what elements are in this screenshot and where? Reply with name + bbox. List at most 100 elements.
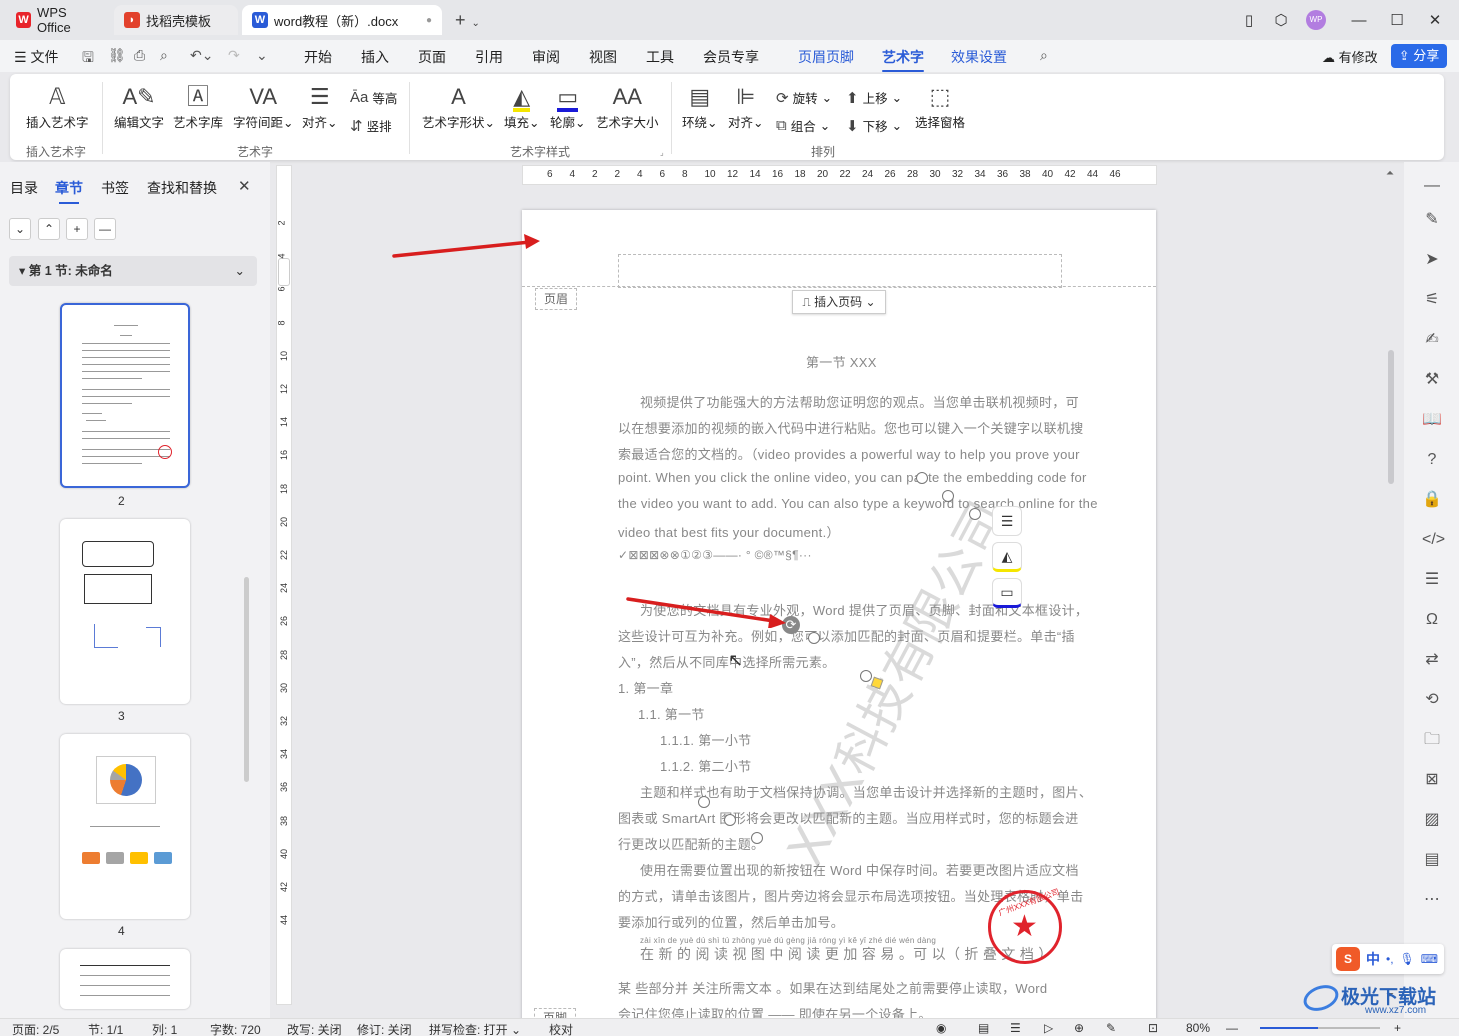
- collapse-up-button[interactable]: ⌃: [38, 218, 60, 240]
- menu-reference[interactable]: 引用: [475, 47, 503, 67]
- doc-user-icon[interactable]: ▤: [1422, 850, 1442, 870]
- ime-toolbar[interactable]: S 中 •, 🎙 ⌨: [1332, 944, 1444, 974]
- vertical-ruler[interactable]: 2 4 6 8 10 12 14 16 18 20 22 24 26 28 30 32 34 36 38 40 42 44: [276, 165, 292, 1005]
- close-icon[interactable]: ✕: [1422, 8, 1448, 32]
- equal-height-button[interactable]: Āa 等高: [350, 88, 397, 107]
- search-icon[interactable]: ⌕: [1040, 47, 1048, 64]
- zoom-in-icon[interactable]: +: [1394, 1021, 1401, 1035]
- pointer-icon[interactable]: ➤: [1422, 250, 1442, 270]
- resize-handle[interactable]: [751, 832, 763, 844]
- tab-docer[interactable]: ◗ 找稻壳模板: [114, 5, 238, 35]
- pen-mode-icon[interactable]: ✎: [1106, 1021, 1116, 1035]
- history-icon[interactable]: ⟲: [1422, 690, 1442, 710]
- align-button[interactable]: ☰ 对齐⌄: [302, 82, 338, 131]
- adjust-icon[interactable]: ⚟: [1422, 290, 1442, 310]
- menu-view[interactable]: 视图: [589, 47, 617, 67]
- menu-insert[interactable]: 插入: [361, 47, 389, 67]
- play-icon[interactable]: ▷: [1044, 1021, 1053, 1035]
- outline-view-icon[interactable]: ☰: [1010, 1021, 1021, 1035]
- edit-text-button[interactable]: A✎ 编辑文字: [114, 82, 164, 131]
- tab-wps-office[interactable]: W WPS Office: [6, 5, 110, 35]
- book-icon[interactable]: 📖: [1422, 410, 1442, 430]
- tab-sections[interactable]: 章节: [55, 178, 83, 204]
- resize-handle[interactable]: [860, 670, 872, 682]
- menu-member[interactable]: 会员专享: [703, 47, 759, 67]
- menu-tools[interactable]: 工具: [646, 47, 674, 67]
- outline-button[interactable]: ▭ 轮廓⌄: [550, 82, 586, 131]
- align2-button[interactable]: ⊫ 对齐⌄: [728, 82, 764, 131]
- send-backward-button[interactable]: ⬇ 下移 ⌄: [846, 116, 902, 135]
- omega-icon[interactable]: Ω: [1422, 610, 1442, 630]
- expand-down-button[interactable]: ⌄: [9, 218, 31, 240]
- image-box-icon[interactable]: ⊠: [1422, 770, 1442, 790]
- maximize-icon[interactable]: ☐: [1384, 8, 1410, 32]
- resize-handle[interactable]: [916, 472, 928, 484]
- rotate-button[interactable]: ⟳ 旋转 ⌄: [776, 88, 832, 107]
- save-icon[interactable]: 🖫: [82, 47, 94, 71]
- more-icon[interactable]: ⌄: [256, 47, 268, 64]
- page-status[interactable]: 页面: 2/5: [12, 1021, 59, 1036]
- add-section-button[interactable]: +: [66, 218, 88, 240]
- page-view-icon[interactable]: ▤: [978, 1021, 989, 1035]
- page-thumbnail-3[interactable]: [60, 519, 190, 704]
- menu-start[interactable]: 开始: [304, 47, 332, 67]
- horizontal-ruler[interactable]: 6 4 2 2 4 6 8 10 12 14 16 18 20 22 24 26 28 30 32 34 36 38 40 4…: [522, 165, 1157, 185]
- fit-icon[interactable]: ⊡: [1148, 1021, 1158, 1035]
- menu-art-text[interactable]: 艺术字: [882, 47, 924, 72]
- art-shape-button[interactable]: A 艺术字形状⌄: [422, 82, 495, 131]
- resize-handle[interactable]: [724, 814, 736, 826]
- tools-icon[interactable]: ⚒: [1422, 370, 1442, 390]
- overwrite-status[interactable]: 改写: 关闭: [287, 1021, 342, 1036]
- zoom-out-icon[interactable]: —: [1226, 1021, 1238, 1035]
- avatar[interactable]: WP: [1306, 10, 1326, 30]
- preview-icon[interactable]: ⌕: [160, 47, 168, 64]
- fill-quick-button[interactable]: ◭: [992, 542, 1022, 572]
- menu-header-footer[interactable]: 页眉页脚: [798, 47, 854, 67]
- outline-quick-button[interactable]: ▭: [992, 578, 1022, 608]
- word-count-status[interactable]: 字数: 720: [210, 1021, 261, 1036]
- share-button[interactable]: ⇪ 分享: [1391, 44, 1447, 68]
- menu-review[interactable]: 审阅: [532, 47, 560, 67]
- page-thumbnail-4[interactable]: [60, 734, 190, 919]
- revise-button[interactable]: ☁ 有修改: [1322, 47, 1378, 66]
- vertical-text-button[interactable]: ⇵ 竖排: [350, 116, 392, 135]
- undo-icon[interactable]: ↶⌄: [190, 47, 213, 64]
- art-size-button[interactable]: AA 艺术字大小: [596, 82, 659, 131]
- page-thumbnail-2[interactable]: [60, 303, 190, 488]
- art-library-button[interactable]: 🄰 艺术字库: [173, 82, 223, 131]
- group-button[interactable]: ⧉ 组合 ⌄: [776, 116, 830, 135]
- page-thumbnail-5[interactable]: [60, 949, 190, 1009]
- translate-icon[interactable]: ⇄: [1422, 650, 1442, 670]
- tab-word-doc[interactable]: W word教程（新）.docx ●: [242, 5, 442, 35]
- expand-dialog-icon[interactable]: ⌟: [660, 148, 664, 157]
- web-view-icon[interactable]: ⊕: [1074, 1021, 1084, 1035]
- resize-handle[interactable]: [808, 632, 820, 644]
- wrap-button[interactable]: ▤ 环绕⌄: [682, 82, 718, 131]
- file-menu[interactable]: ☰ 文件: [14, 47, 58, 67]
- section-status[interactable]: 节: 1/1: [88, 1021, 123, 1036]
- resize-handle[interactable]: [698, 796, 710, 808]
- collapse-icon[interactable]: —: [1422, 176, 1442, 196]
- panel-scrollbar[interactable]: [244, 577, 249, 782]
- ai-icon[interactable]: ✍: [1422, 330, 1442, 350]
- menu-effect-settings[interactable]: 效果设置: [951, 47, 1007, 67]
- document-scrollbar[interactable]: [1388, 350, 1394, 484]
- more-options-icon[interactable]: ⋯: [1422, 890, 1442, 910]
- proofread-button[interactable]: 校对: [549, 1021, 573, 1036]
- header-area[interactable]: [618, 254, 1062, 288]
- tab-bookmarks[interactable]: 书签: [101, 178, 129, 198]
- resize-handle[interactable]: [942, 490, 954, 502]
- insert-page-number-button[interactable]: ⎍ 插入页码 ⌄: [792, 290, 886, 314]
- wrap-quick-button[interactable]: ☰: [992, 506, 1022, 536]
- link-icon[interactable]: ⛓: [108, 47, 126, 64]
- doc-image-icon[interactable]: ▨: [1422, 810, 1442, 830]
- print-icon[interactable]: ⎙: [134, 47, 145, 64]
- column-status[interactable]: 列: 1: [152, 1021, 177, 1036]
- layout-icon[interactable]: ▯: [1236, 8, 1262, 32]
- remove-section-button[interactable]: —: [94, 218, 116, 240]
- eye-icon[interactable]: ◉: [936, 1021, 946, 1035]
- insert-art-text-button[interactable]: 𝔸 插入艺术字: [26, 82, 89, 131]
- bring-forward-button[interactable]: ⬆ 上移 ⌄: [846, 88, 902, 107]
- code-icon[interactable]: </>: [1422, 530, 1445, 550]
- lock-icon[interactable]: 🔒: [1422, 490, 1442, 510]
